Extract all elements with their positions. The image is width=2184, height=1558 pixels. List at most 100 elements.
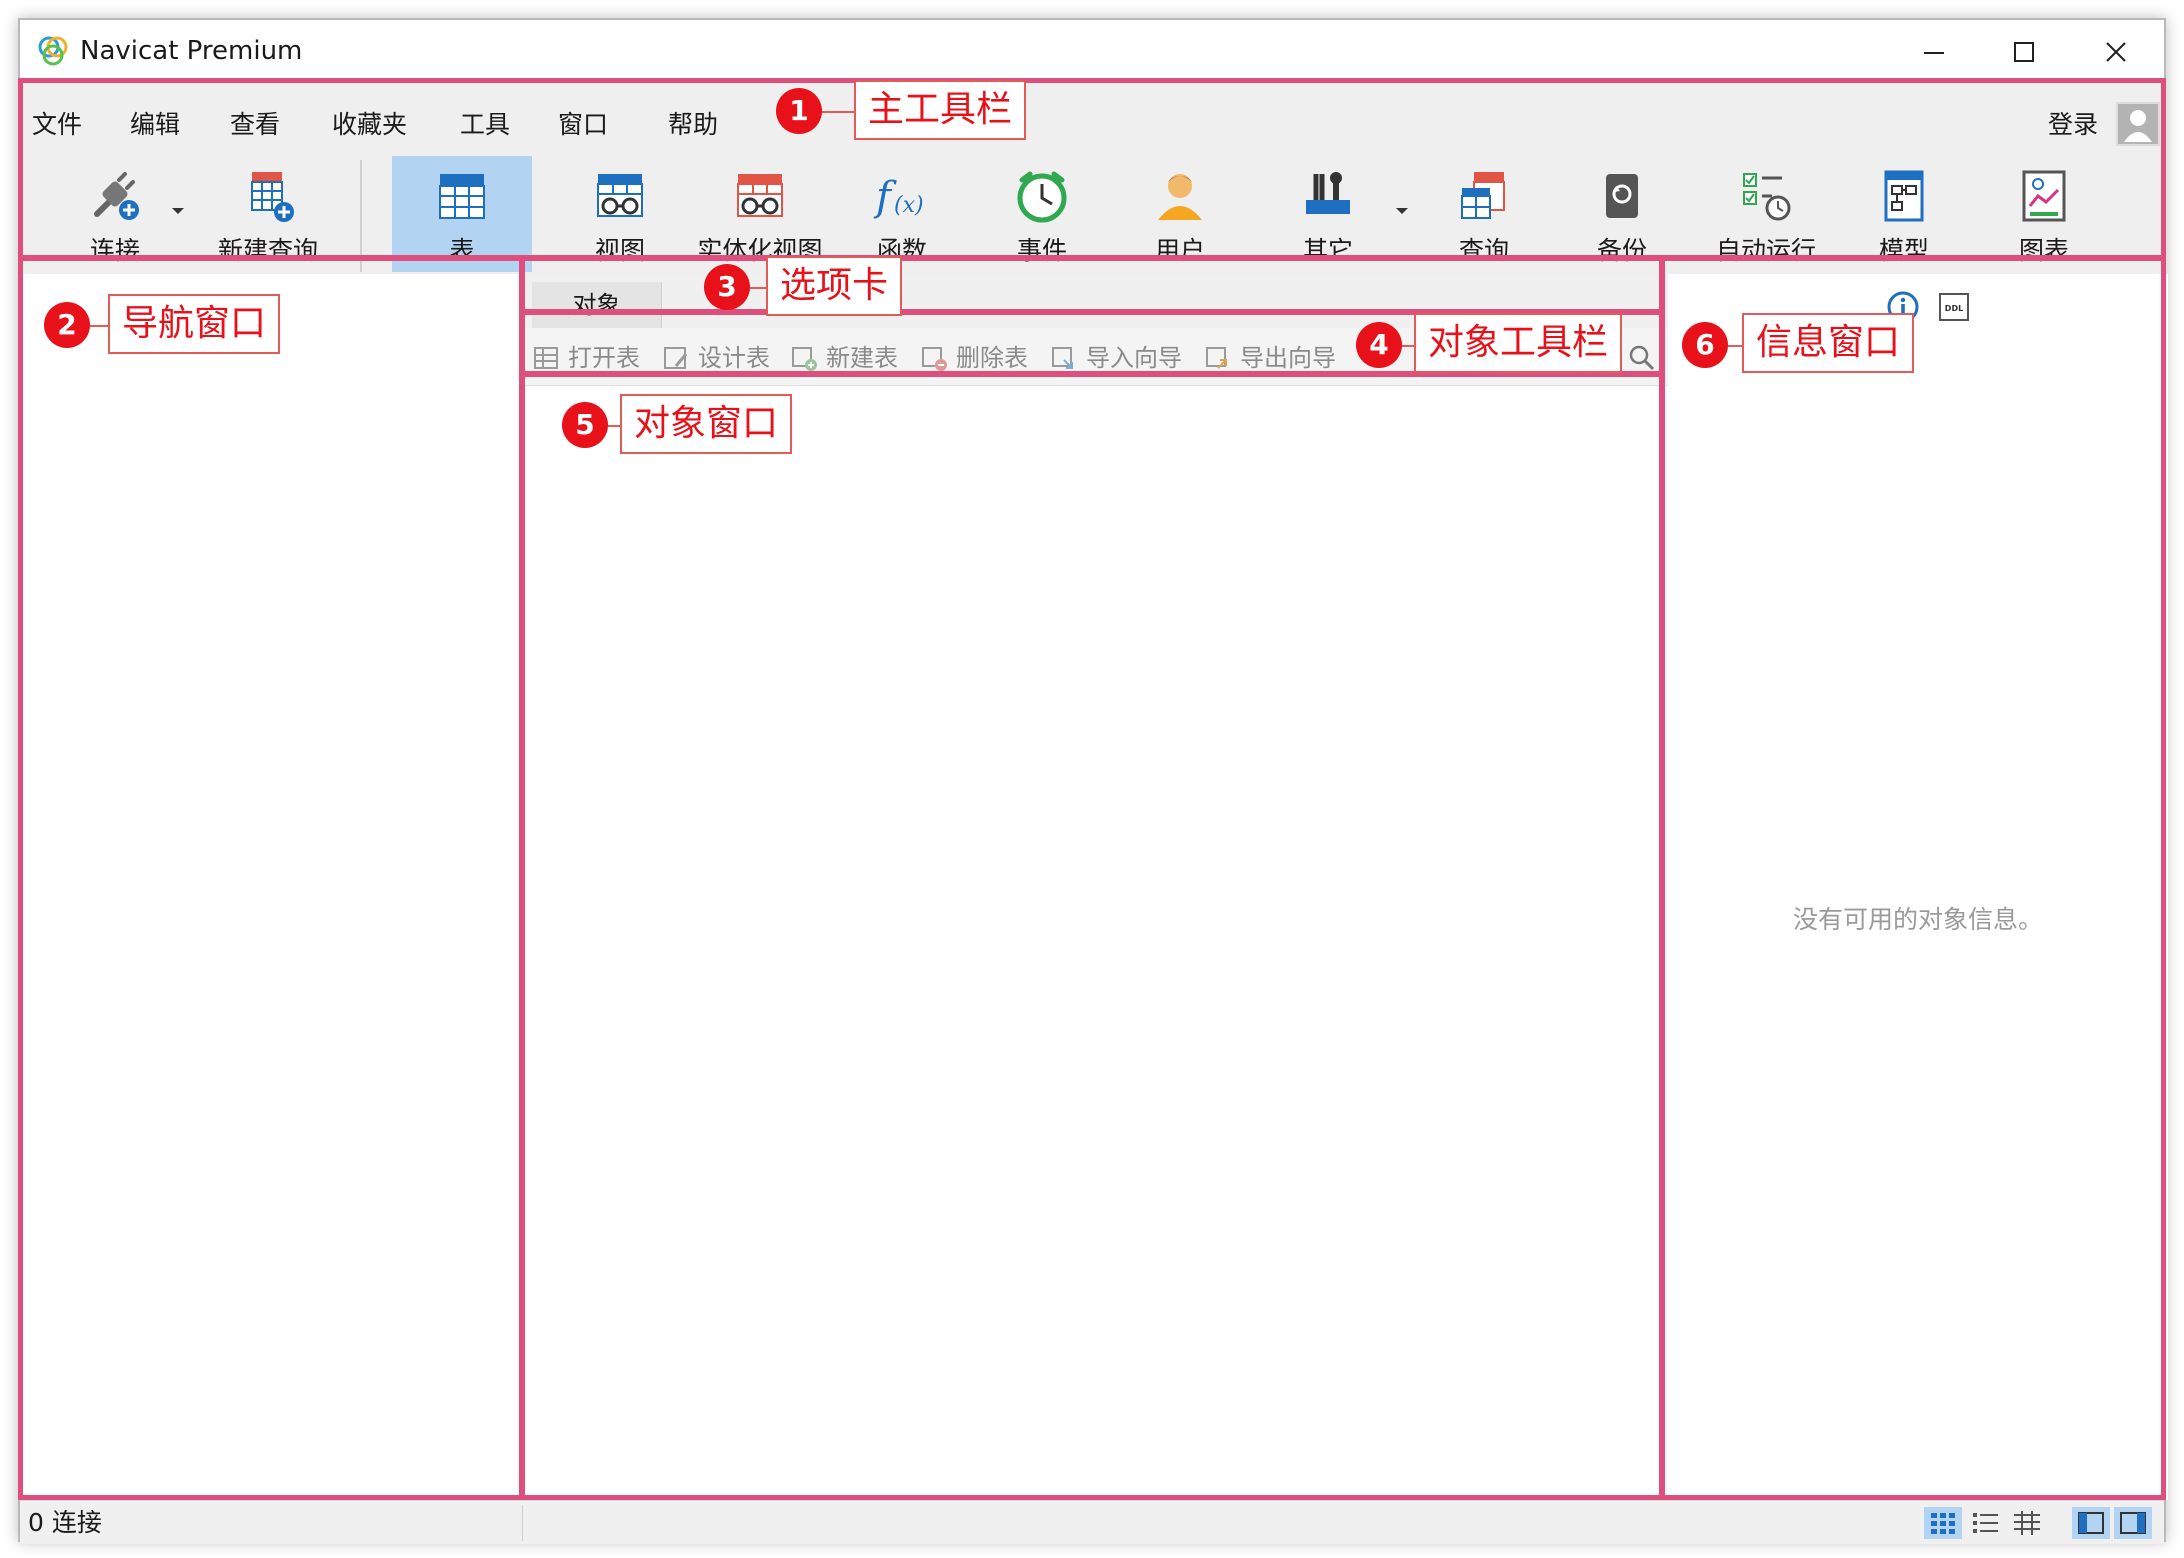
annotation-label-2: 导航窗口 — [108, 294, 281, 354]
new-table-icon — [792, 347, 817, 371]
detail-view-icon[interactable] — [2008, 1507, 2046, 1539]
annotation-badge-1: 1 — [776, 88, 822, 134]
minimize-icon[interactable] — [1914, 32, 1954, 72]
backup-button[interactable]: 备份 — [1562, 156, 1682, 272]
ddl-icon[interactable]: DDL — [1938, 292, 1970, 322]
import-icon — [1052, 347, 1073, 369]
app-window: Navicat Premium 文件 编辑 查看 收藏夹 工具 窗口 帮助 登录 — [18, 18, 2168, 1544]
svg-text:(x): (x) — [894, 193, 924, 218]
annotation-badge-2: 2 — [44, 302, 90, 348]
connect-button[interactable]: 连接 — [50, 156, 180, 272]
annotation-badge-5: 5 — [562, 402, 608, 448]
plug-icon — [94, 172, 139, 220]
close-icon[interactable] — [2096, 32, 2136, 72]
export-wizard-button[interactable]: 导出向导 — [1204, 342, 1336, 374]
object-pane: 对象 打开表 设计表 新建表 删除表 导入向导 导出向导 — [522, 274, 1668, 1500]
import-wizard-button[interactable]: 导入向导 — [1050, 342, 1182, 374]
model-label: 模型 — [1878, 236, 1929, 265]
open-table-label: 打开表 — [568, 344, 640, 372]
query-button[interactable]: 查询 — [1424, 156, 1544, 272]
tab-objects[interactable]: 对象 — [532, 282, 662, 328]
automation-icon — [1743, 173, 1791, 221]
connect-dropdown-icon[interactable] — [170, 206, 186, 216]
query-label: 查询 — [1458, 236, 1509, 265]
svg-text:DDL: DDL — [1945, 304, 1963, 313]
menu-help[interactable]: 帮助 — [668, 110, 718, 140]
info-pane: DDL 没有可用的对象信息。 — [1668, 274, 2168, 1500]
event-button[interactable]: 事件 — [982, 156, 1102, 272]
list-view-icon[interactable] — [1966, 1507, 2004, 1539]
function-icon: f (x) — [873, 174, 924, 220]
annotation-leader-2 — [90, 325, 108, 327]
other-label: 其它 — [1302, 236, 1353, 265]
query-icon — [1461, 172, 1505, 219]
other-dropdown-icon[interactable] — [1394, 206, 1410, 216]
grid-view-icon[interactable] — [1924, 1507, 1962, 1539]
annotation-badge-6: 6 — [1682, 322, 1728, 368]
function-button[interactable]: f (x) 函数 — [842, 156, 962, 272]
connect-label: 连接 — [89, 236, 140, 265]
model-icon — [1884, 170, 1924, 222]
view-button[interactable]: 视图 — [560, 156, 680, 272]
login-link[interactable]: 登录 — [2048, 110, 2098, 140]
menu-tools[interactable]: 工具 — [460, 110, 510, 140]
tools-icon — [1306, 172, 1350, 214]
model-button[interactable]: 模型 — [1844, 156, 1964, 272]
new-query-button[interactable]: 新建查询 — [198, 156, 338, 272]
design-table-button[interactable]: 设计表 — [662, 342, 770, 374]
annotation-label-6: 信息窗口 — [1742, 313, 1915, 373]
menu-edit[interactable]: 编辑 — [130, 110, 180, 140]
annotation-leader-6 — [1728, 345, 1742, 347]
new-query-label: 新建查询 — [217, 236, 318, 265]
user-button[interactable]: 用户 — [1120, 156, 1240, 272]
annotation-badge-4: 4 — [1356, 322, 1402, 368]
status-divider — [522, 1505, 523, 1541]
export-icon — [1206, 347, 1227, 369]
search-icon[interactable] — [1628, 344, 1656, 372]
new-table-button[interactable]: 新建表 — [790, 342, 898, 374]
open-table-icon — [534, 347, 558, 369]
annotation-label-3: 选项卡 — [766, 256, 903, 316]
avatar[interactable] — [2116, 102, 2160, 146]
main-toolbar: 文件 编辑 查看 收藏夹 工具 窗口 帮助 登录 连接 新建查询 表 视图 实体… — [20, 82, 2164, 274]
info-empty-message: 没有可用的对象信息。 — [1792, 905, 2043, 934]
toolbar-separator — [360, 160, 362, 272]
navicat-logo-icon — [38, 36, 68, 66]
maximize-icon[interactable] — [2004, 32, 2044, 72]
status-bar: 0 连接 — [20, 1500, 2164, 1544]
view-icon — [597, 174, 643, 217]
backup-label: 备份 — [1596, 236, 1647, 265]
delete-table-label: 删除表 — [956, 344, 1028, 372]
event-label: 事件 — [1016, 236, 1067, 265]
export-wizard-label: 导出向导 — [1240, 344, 1336, 372]
materialized-view-button[interactable]: 实体化视图 — [680, 156, 840, 272]
user-icon — [1158, 174, 1202, 220]
connection-count: 0 连接 — [28, 1508, 102, 1537]
chart-button[interactable]: 图表 — [1984, 156, 2104, 272]
open-table-button[interactable]: 打开表 — [532, 342, 640, 374]
user-label: 用户 — [1154, 236, 1205, 265]
design-table-icon — [664, 347, 688, 369]
materialized-view-icon — [737, 174, 783, 217]
annotation-leader-3 — [750, 287, 766, 289]
other-button[interactable]: 其它 — [1268, 156, 1388, 272]
table-icon — [439, 174, 485, 219]
automation-button[interactable]: 自动运行 — [1696, 156, 1836, 272]
table-button[interactable]: 表 — [392, 156, 532, 272]
toggle-navigation-pane-icon[interactable] — [2072, 1507, 2110, 1539]
menu-view[interactable]: 查看 — [230, 110, 280, 140]
toggle-info-pane-icon[interactable] — [2114, 1507, 2152, 1539]
user-avatar-icon — [2124, 110, 2152, 142]
delete-table-button[interactable]: 删除表 — [920, 342, 1028, 374]
annotation-label-4: 对象工具栏 — [1414, 313, 1623, 373]
annotation-leader-1 — [822, 111, 854, 113]
object-list[interactable] — [522, 386, 1668, 1500]
annotation-badge-3: 3 — [704, 264, 750, 310]
navigation-pane[interactable] — [20, 274, 522, 1500]
chart-label: 图表 — [2018, 236, 2069, 265]
chart-icon — [2022, 170, 2066, 222]
menu-favorites[interactable]: 收藏夹 — [332, 110, 407, 140]
window-title: Navicat Premium — [80, 36, 303, 66]
menu-file[interactable]: 文件 — [32, 110, 82, 140]
menu-window[interactable]: 窗口 — [558, 110, 608, 140]
